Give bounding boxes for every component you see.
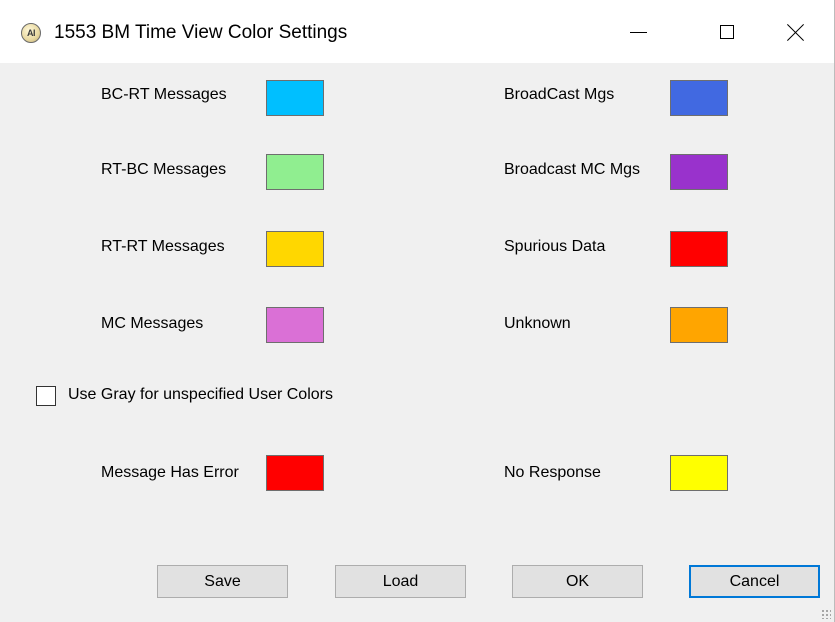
message-has-error-label: Message Has Error xyxy=(101,464,239,481)
app-logo-icon: AI xyxy=(21,23,41,43)
broadcast-mgs-color-swatch[interactable] xyxy=(670,80,728,116)
close-icon xyxy=(787,23,805,41)
no-response-label: No Response xyxy=(504,464,601,481)
title-bar[interactable]: AI 1553 BM Time View Color Settings xyxy=(0,0,834,63)
spurious-data-color-swatch[interactable] xyxy=(670,231,728,267)
broadcast-mgs-label: BroadCast Mgs xyxy=(504,86,615,103)
window-title: 1553 BM Time View Color Settings xyxy=(54,22,348,43)
use-gray-checkbox[interactable] xyxy=(36,386,56,406)
broadcast-mc-mgs-color-swatch[interactable] xyxy=(670,154,728,190)
rt-bc-messages-color-swatch[interactable] xyxy=(266,154,324,190)
close-button[interactable] xyxy=(758,0,834,63)
ok-button[interactable]: OK xyxy=(512,565,643,598)
cancel-button[interactable]: Cancel xyxy=(689,565,820,598)
mc-messages-label: MC Messages xyxy=(101,315,204,332)
no-response-color-swatch[interactable] xyxy=(670,455,728,491)
maximize-icon xyxy=(720,24,734,39)
app-logo-text: AI xyxy=(27,28,36,38)
broadcast-mc-mgs-label: Broadcast MC Mgs xyxy=(504,161,641,178)
rt-rt-messages-label: RT-RT Messages xyxy=(101,238,225,255)
rt-bc-messages-label: RT-BC Messages xyxy=(101,161,227,178)
mc-messages-color-swatch[interactable] xyxy=(266,307,324,343)
use-gray-checkbox-label[interactable]: Use Gray for unspecified User Colors xyxy=(68,386,333,404)
minimize-icon xyxy=(629,32,647,33)
bc-rt-messages-color-swatch[interactable] xyxy=(266,80,324,116)
rt-rt-messages-color-swatch[interactable] xyxy=(266,231,324,267)
unknown-color-swatch[interactable] xyxy=(670,307,728,343)
unknown-label: Unknown xyxy=(504,315,571,332)
dialog-content: BC-RT Messages RT-BC Messages RT-RT Mess… xyxy=(0,63,834,622)
save-button[interactable]: Save xyxy=(157,565,288,598)
resize-grip[interactable] xyxy=(821,609,831,619)
load-button[interactable]: Load xyxy=(335,565,466,598)
spurious-data-label: Spurious Data xyxy=(504,238,606,255)
bc-rt-messages-label: BC-RT Messages xyxy=(101,86,227,103)
color-settings-dialog: AI 1553 BM Time View Color Settings BC-R… xyxy=(0,0,835,622)
minimize-button[interactable] xyxy=(593,0,683,63)
message-has-error-color-swatch[interactable] xyxy=(266,455,324,491)
